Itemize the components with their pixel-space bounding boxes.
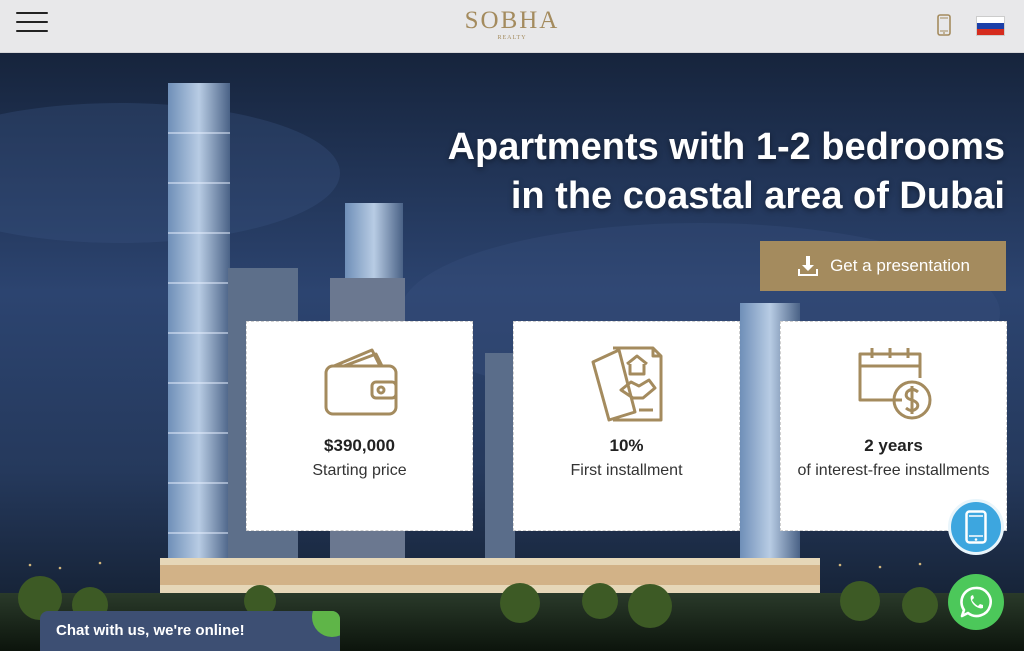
hero-headline-line2: in the coastal area of Dubai [510,175,1005,217]
hero-headline: Apartments with 1-2 bedrooms in the coas… [448,123,1005,221]
phone-icon[interactable] [937,14,951,36]
download-icon [798,256,819,276]
installment-value: 10% [609,436,644,455]
call-button[interactable] [948,499,1004,555]
whatsapp-button[interactable] [948,574,1004,630]
whatsapp-icon [960,586,992,618]
feature-card-price: $390,000 Starting price [246,321,473,531]
contract-handshake-icon [591,346,662,422]
mobile-phone-icon [965,510,987,544]
logo-text: SOBHA [464,7,560,34]
calendar-dollar-icon [858,348,931,420]
hero-section: Apartments with 1-2 bedrooms in the coas… [0,53,1024,651]
site-header: SOBHA REALTY [0,0,1024,53]
logo-subtext: REALTY [497,35,527,41]
price-value: $390,000 [324,436,395,455]
price-label: Starting price [312,462,407,479]
interest-free-label: of interest-free installments [797,462,990,479]
wallet-icon [324,348,397,416]
logo[interactable]: SOBHA REALTY [0,8,1024,42]
installment-label: First installment [570,462,683,479]
feature-card-installment: 10% First installment [513,321,740,531]
get-presentation-label: Get a presentation [830,256,970,275]
chat-widget[interactable]: Chat with us, we're online! [40,611,340,651]
hero-headline-line1: Apartments with 1-2 bedrooms [447,126,1005,168]
get-presentation-button[interactable]: Get a presentation [760,241,1006,291]
chat-decoration [312,611,340,637]
chat-widget-label: Chat with us, we're online! [56,622,245,639]
interest-free-value: 2 years [864,436,923,455]
russian-flag-icon[interactable] [976,16,1005,36]
